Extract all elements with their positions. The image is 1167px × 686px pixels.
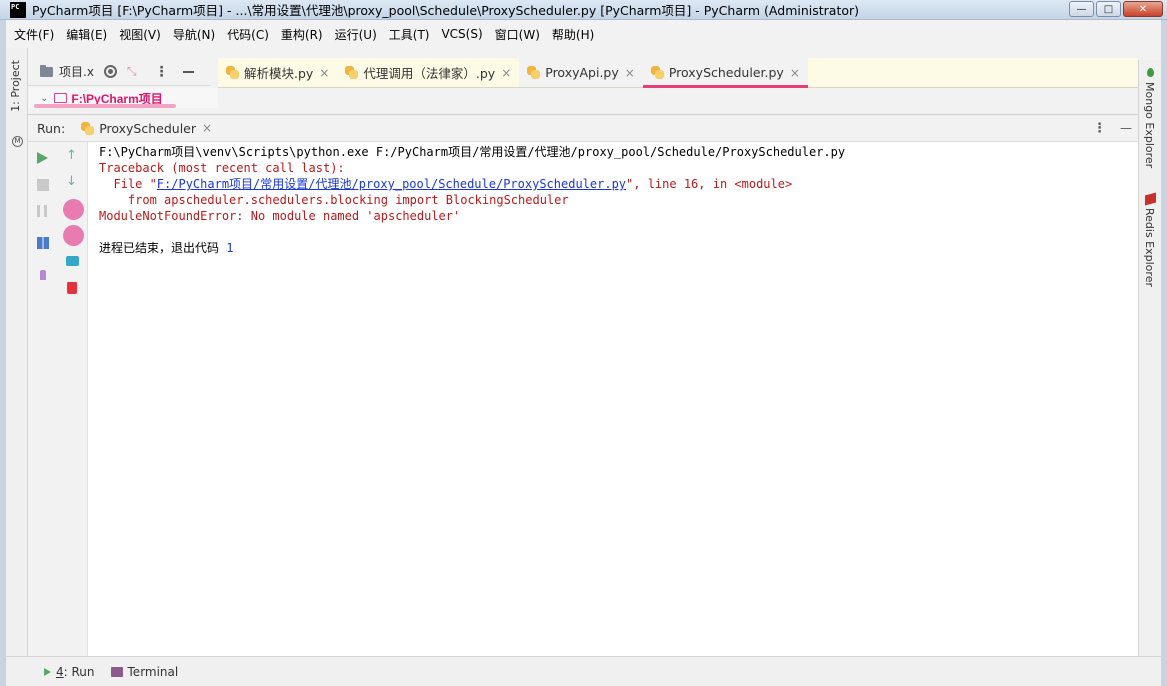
close-tab-icon[interactable]: × [319, 66, 329, 80]
console-file-line: File "F:/PyCharm项目/常用设置/代理池/proxy_pool/S… [99, 176, 1138, 192]
terminal-tab-label: Terminal [127, 664, 179, 679]
run-more-icon[interactable]: ⋮ [1093, 121, 1106, 136]
run-tool-tab[interactable]: 4: Run [44, 665, 95, 679]
console-traceback-line: Traceback (most recent call last): [99, 161, 345, 175]
redis-explorer-button[interactable]: Redis Explorer [1143, 208, 1156, 287]
run-tab-label: ProxyScheduler [99, 120, 197, 136]
run-tab-number: 4 [56, 664, 64, 679]
tab-label: ProxyScheduler.py [668, 65, 784, 80]
close-tab-icon[interactable]: × [625, 66, 635, 80]
close-tab-icon[interactable]: × [501, 66, 511, 80]
tab-label: 代理调用（法律家）.py [363, 66, 496, 81]
hide-run-panel-icon[interactable]: — [1120, 121, 1132, 135]
python-file-icon [527, 66, 541, 79]
console-command-line: F:\PyCharm项目\venv\Scripts\python.exe F:/… [99, 145, 846, 159]
exit-code: 1 [226, 241, 234, 255]
title-bar: PC PyCharm项目 [F:\PyCharm项目] - ...\常用设置\代… [0, 0, 1167, 20]
terminal-tool-tab[interactable]: Terminal [110, 664, 179, 679]
menu-bar: 文件(F) 编辑(E) 视图(V) 导航(N) 代码(C) 重构(R) 运行(U… [6, 20, 1161, 48]
close-button[interactable]: ✕ [1123, 1, 1163, 17]
scroll-to-end-icon[interactable] [63, 225, 84, 246]
locate-file-icon[interactable] [103, 65, 117, 78]
menu-edit[interactable]: 编辑(E) [60, 26, 113, 43]
terminal-icon [110, 666, 123, 677]
ide-window: 文件(F) 编辑(E) 视图(V) 导航(N) 代码(C) 重构(R) 运行(U… [6, 20, 1161, 686]
menu-file[interactable]: 文件(F) [8, 26, 60, 43]
run-panel-header: Run: ProxyScheduler × ⋮ — [28, 114, 1138, 142]
python-file-icon [81, 121, 95, 135]
restore-layout-icon[interactable] [37, 237, 49, 249]
exit-text: 进程已结束，退出代码 [99, 241, 227, 255]
tab-jiexi-mokuai[interactable]: 解析模块.py × [218, 58, 337, 87]
pycharm-app-icon: PC [10, 1, 26, 18]
editor-tab-bar: 解析模块.py × 代理调用（法律家）.py × ProxyApi.py × P… [218, 58, 1138, 88]
menu-help[interactable]: 帮助(H) [546, 26, 600, 43]
python-file-icon [345, 66, 359, 79]
close-tab-icon[interactable]: × [790, 66, 800, 80]
minimize-button[interactable]: — [1069, 1, 1094, 17]
run-play-icon [44, 667, 51, 676]
project-panel-header: 项目.x ⤡ ⋮ [28, 58, 211, 86]
chevron-down-icon[interactable]: ⌄ [40, 93, 48, 104]
file-suffix: ", line 16, in <module> [626, 177, 793, 191]
window-title: PyCharm项目 [F:\PyCharm项目] - ...\常用设置\代理池\… [32, 3, 860, 18]
run-panel-controls: ⋮ — [1093, 121, 1132, 136]
mongo-leaf-icon [1147, 68, 1154, 77]
menu-tools[interactable]: 工具(T) [383, 26, 436, 43]
mongo-explorer-button[interactable]: Mongo Explorer [1143, 82, 1156, 168]
run-config-tab[interactable]: ProxyScheduler × [81, 121, 212, 136]
arrow-up-icon[interactable]: ↑ [66, 149, 77, 162]
menu-code[interactable]: 代码(C) [221, 26, 275, 43]
run-tab-text: : Run [63, 664, 95, 679]
project-view-selector[interactable]: 项目.x [59, 63, 94, 80]
tab-proxyscheduler[interactable]: ProxyScheduler.py × [642, 58, 808, 88]
close-run-tab-icon[interactable]: × [202, 121, 212, 135]
selection-highlight [34, 104, 176, 108]
menu-run[interactable]: 运行(U) [329, 26, 383, 43]
console-code-line: from apscheduler.schedulers.blocking imp… [99, 193, 569, 207]
clear-all-icon[interactable] [67, 282, 77, 294]
file-prefix: File " [99, 177, 157, 191]
menu-window[interactable]: 窗口(W) [489, 26, 546, 43]
rerun-icon[interactable] [37, 152, 48, 164]
left-tool-strip: 1: Project M [6, 48, 28, 672]
menu-navigate[interactable]: 导航(N) [167, 26, 221, 43]
run-label: Run: [37, 120, 66, 136]
run-toolbar-secondary: ↑ ↓ [58, 142, 88, 672]
tab-proxyapi[interactable]: ProxyApi.py × [519, 58, 643, 87]
stop-icon[interactable] [37, 179, 49, 191]
project-folder-icon [54, 93, 68, 103]
arrow-down-icon[interactable]: ↓ [66, 175, 77, 188]
source-file-link[interactable]: F:/PyCharm项目/常用设置/代理池/proxy_pool/Schedul… [157, 177, 626, 191]
redis-icon [1145, 192, 1156, 206]
console-output[interactable]: F:\PyCharm项目\venv\Scripts\python.exe F:/… [88, 142, 1138, 672]
console-exit-line: 进程已结束，退出代码 1 [99, 240, 1138, 256]
soft-wrap-icon[interactable] [63, 199, 84, 220]
menu-view[interactable]: 视图(V) [113, 26, 167, 43]
python-file-icon [226, 66, 239, 79]
tab-daili-diaoyong[interactable]: 代理调用（法律家）.py × [337, 58, 519, 87]
pin-tab-icon[interactable] [40, 270, 46, 280]
tab-label: 解析模块.py [244, 66, 314, 81]
run-toolbar-primary [28, 142, 58, 672]
menu-refactor[interactable]: 重构(R) [275, 26, 329, 43]
folder-icon [40, 64, 53, 77]
window-controls: — □ ✕ [1069, 1, 1163, 17]
console-error-line: ModuleNotFoundError: No module named 'ap… [99, 209, 461, 223]
collapse-all-icon[interactable]: ⤡ [127, 64, 137, 79]
mongo-badge-icon[interactable]: M [12, 136, 23, 147]
maximize-button[interactable]: □ [1096, 1, 1121, 17]
print-icon[interactable] [66, 256, 79, 266]
pause-icon[interactable] [37, 205, 47, 217]
project-tool-button[interactable]: 1: Project [9, 60, 22, 112]
python-file-icon [650, 66, 664, 79]
menu-vcs[interactable]: VCS(S) [435, 27, 488, 41]
bottom-tool-bar: 4: Run Terminal [6, 656, 1161, 686]
more-options-icon[interactable]: ⋮ [155, 64, 169, 80]
right-tool-strip: Mongo Explorer Redis Explorer [1138, 60, 1161, 672]
tab-label: ProxyApi.py [545, 65, 619, 80]
hide-panel-icon[interactable] [182, 70, 194, 73]
